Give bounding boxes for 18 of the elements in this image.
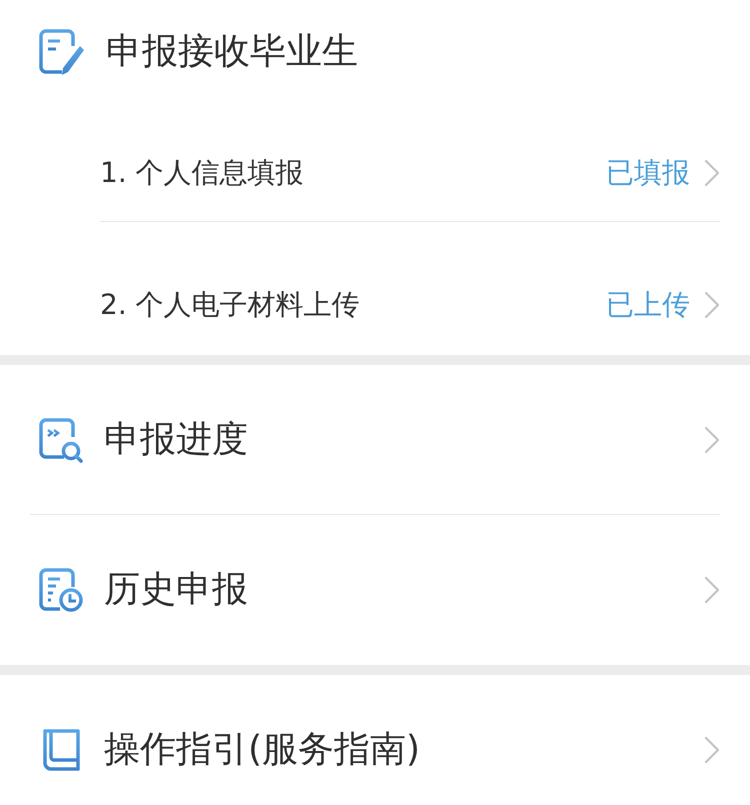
step-row[interactable]: 1. 个人信息填报 已填报	[100, 104, 720, 222]
step-label: 1. 个人信息填报	[100, 154, 304, 190]
status-label: 已上传	[606, 286, 690, 322]
menu-item[interactable]: 历史申报	[30, 515, 720, 665]
chevron-icon	[704, 736, 720, 764]
status-label: 已填报	[606, 154, 690, 190]
menu-label: 历史申报	[104, 568, 248, 612]
chevron-icon	[704, 290, 720, 318]
step-row[interactable]: 2. 个人电子材料上传 已上传	[100, 222, 720, 355]
step-label: 2. 个人电子材料上传	[100, 286, 360, 322]
menu-label: 操作指引(服务指南)	[104, 728, 420, 772]
chevron-icon	[704, 158, 720, 186]
menu-label: 申报进度	[104, 418, 248, 462]
chevron-icon	[704, 576, 720, 604]
chevron-icon	[704, 426, 720, 454]
menu-item[interactable]: 申报进度	[30, 365, 720, 515]
menu-item[interactable]: 操作指引(服务指南)	[30, 675, 720, 805]
section-title: 申报接收毕业生	[106, 30, 358, 74]
